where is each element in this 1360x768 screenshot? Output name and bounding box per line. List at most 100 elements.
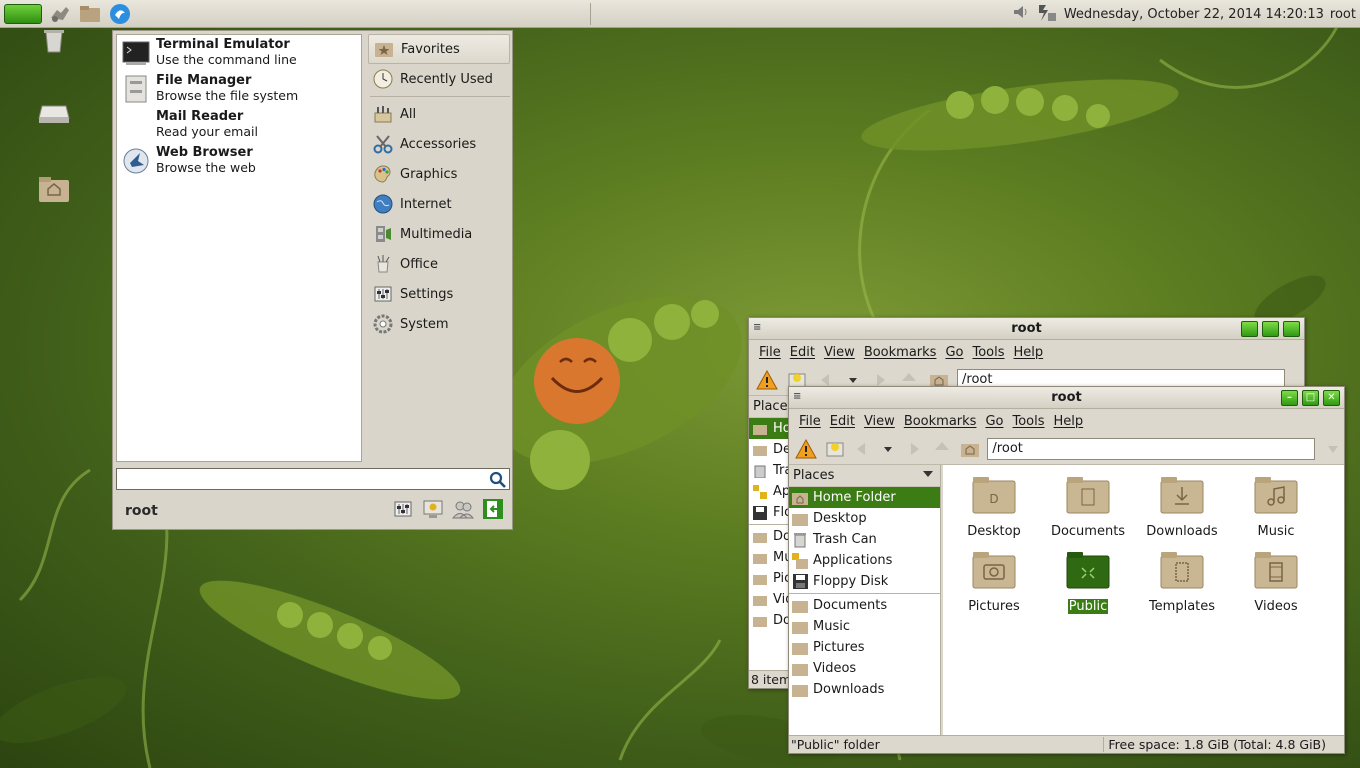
place-item[interactable]: Mu xyxy=(749,547,792,568)
menu-view[interactable]: View xyxy=(864,414,895,429)
reload-icon[interactable] xyxy=(1321,437,1344,461)
network-icon[interactable] xyxy=(1036,1,1058,27)
category-accessories[interactable]: Accessories xyxy=(368,129,510,159)
bookmark-documents[interactable]: Documents xyxy=(789,595,940,616)
bookmark-videos[interactable]: Videos xyxy=(789,658,940,679)
switch-user-icon[interactable] xyxy=(452,498,474,520)
drive-desktop-icon[interactable] xyxy=(38,98,70,128)
file-item-desktop[interactable]: D Desktop xyxy=(947,475,1041,539)
place-label: Downloads xyxy=(813,682,885,697)
places-header[interactable]: Places xyxy=(749,396,794,418)
folder-icon-view: D Desktop Documents Downloads Music Pict… xyxy=(943,465,1344,737)
menu-search-input[interactable] xyxy=(116,468,510,490)
favorite-file-manager[interactable]: File Manager Browse the file system xyxy=(117,71,361,107)
file-item-templates[interactable]: Templates xyxy=(1135,550,1229,614)
maximize-button[interactable]: □ xyxy=(1302,390,1319,406)
file-item-downloads[interactable]: Downloads xyxy=(1135,475,1229,539)
category-multimedia[interactable]: Multimedia xyxy=(368,219,510,249)
place-item[interactable]: Flo xyxy=(749,502,792,523)
menu-edit[interactable]: Edit xyxy=(830,414,855,429)
place-floppy-disk[interactable]: Floppy Disk xyxy=(789,571,940,592)
place-item[interactable]: Do xyxy=(749,526,792,547)
menu-help[interactable]: Help xyxy=(1014,345,1044,360)
category-office[interactable]: Office xyxy=(368,249,510,279)
terminal-icon xyxy=(121,38,151,68)
location-field[interactable]: /root xyxy=(987,437,1316,460)
new-tab-icon[interactable] xyxy=(824,437,847,461)
file-item-videos[interactable]: Videos xyxy=(1229,550,1323,614)
minimize-button[interactable] xyxy=(1241,321,1258,337)
place-applications[interactable]: Applications xyxy=(789,550,940,571)
menu-edit[interactable]: Edit xyxy=(790,345,815,360)
place-item[interactable]: Vid xyxy=(749,589,792,610)
favorite-web-browser[interactable]: Web Browser Browse the web xyxy=(117,143,361,179)
place-item[interactable]: Tra xyxy=(749,460,792,481)
gimp-launcher-icon[interactable] xyxy=(48,2,72,26)
window-titlebar[interactable]: ≡ root – □ ✕ xyxy=(789,387,1344,409)
logout-icon[interactable] xyxy=(482,498,504,520)
panel-user[interactable]: root xyxy=(1330,7,1356,22)
window-menu-icon[interactable]: ≡ xyxy=(753,322,761,333)
web-browser-launcher-icon[interactable] xyxy=(108,2,132,26)
file-item-public[interactable]: Public xyxy=(1041,550,1135,614)
bookmark-downloads[interactable]: Downloads xyxy=(789,679,940,700)
file-manager-launcher-icon[interactable] xyxy=(78,2,102,26)
place-label: Documents xyxy=(813,598,888,613)
place-item[interactable]: Ho xyxy=(749,418,792,439)
back-arrow-icon[interactable] xyxy=(852,437,875,461)
home-desktop-icon[interactable] xyxy=(38,174,70,204)
minimize-button[interactable]: – xyxy=(1281,390,1298,406)
places-separator xyxy=(789,593,940,594)
search-icon[interactable] xyxy=(489,471,507,489)
category-graphics[interactable]: Graphics xyxy=(368,159,510,189)
category-all[interactable]: All xyxy=(368,99,510,129)
panel-clock[interactable]: Wednesday, October 22, 2014 14:20:13 xyxy=(1064,7,1324,22)
menu-bookmarks[interactable]: Bookmarks xyxy=(904,414,977,429)
window-menu-icon[interactable]: ≡ xyxy=(793,391,801,402)
menu-tools[interactable]: Tools xyxy=(972,345,1004,360)
place-item[interactable]: Ap xyxy=(749,481,792,502)
menu-bookmarks[interactable]: Bookmarks xyxy=(864,345,937,360)
file-item-music[interactable]: Music xyxy=(1229,475,1323,539)
settings-manager-icon[interactable] xyxy=(392,498,414,520)
menu-file[interactable]: File xyxy=(799,414,821,429)
menu-file[interactable]: File xyxy=(759,345,781,360)
place-home-folder[interactable]: Home Folder xyxy=(789,487,940,508)
chevron-down-icon[interactable] xyxy=(922,468,934,483)
category-settings[interactable]: Settings xyxy=(368,279,510,309)
bookmark-music[interactable]: Music xyxy=(789,616,940,637)
menu-go[interactable]: Go xyxy=(945,345,963,360)
category-recently-used[interactable]: Recently Used xyxy=(368,64,510,94)
home-icon[interactable] xyxy=(959,437,982,461)
bookmark-pictures[interactable]: Pictures xyxy=(789,637,940,658)
menu-tools[interactable]: Tools xyxy=(1012,414,1044,429)
file-item-pictures[interactable]: Pictures xyxy=(947,550,1041,614)
places-header[interactable]: Places xyxy=(789,465,940,487)
place-item[interactable]: Do xyxy=(749,610,792,631)
place-desktop[interactable]: Desktop xyxy=(789,508,940,529)
place-item[interactable]: Pic xyxy=(749,568,792,589)
forward-arrow-icon[interactable] xyxy=(902,437,925,461)
place-item[interactable]: De xyxy=(749,439,792,460)
menu-view[interactable]: View xyxy=(824,345,855,360)
applications-menu-button[interactable] xyxy=(4,3,42,24)
category-favorites[interactable]: Favorites xyxy=(368,34,510,64)
lock-screen-icon[interactable] xyxy=(422,498,444,520)
category-internet[interactable]: Internet xyxy=(368,189,510,219)
favorite-mail-reader[interactable]: Mail Reader Read your email xyxy=(117,107,361,143)
close-button[interactable]: ✕ xyxy=(1323,390,1340,406)
menu-go[interactable]: Go xyxy=(985,414,1003,429)
up-arrow-icon[interactable] xyxy=(930,437,953,461)
maximize-button[interactable] xyxy=(1262,321,1279,337)
menu-help[interactable]: Help xyxy=(1054,414,1084,429)
category-system[interactable]: System xyxy=(368,309,510,339)
volume-icon[interactable] xyxy=(1012,4,1030,24)
place-trash-can[interactable]: Trash Can xyxy=(789,529,940,550)
favorite-terminal-emulator[interactable]: Terminal Emulator Use the command line xyxy=(117,35,361,71)
close-button[interactable] xyxy=(1283,321,1300,337)
window-titlebar[interactable]: ≡ root xyxy=(749,318,1304,340)
favorite-title: File Manager xyxy=(156,73,252,88)
chevron-down-icon[interactable] xyxy=(881,437,896,461)
trash-desktop-icon[interactable] xyxy=(38,26,70,56)
file-item-documents[interactable]: Documents xyxy=(1041,475,1135,539)
